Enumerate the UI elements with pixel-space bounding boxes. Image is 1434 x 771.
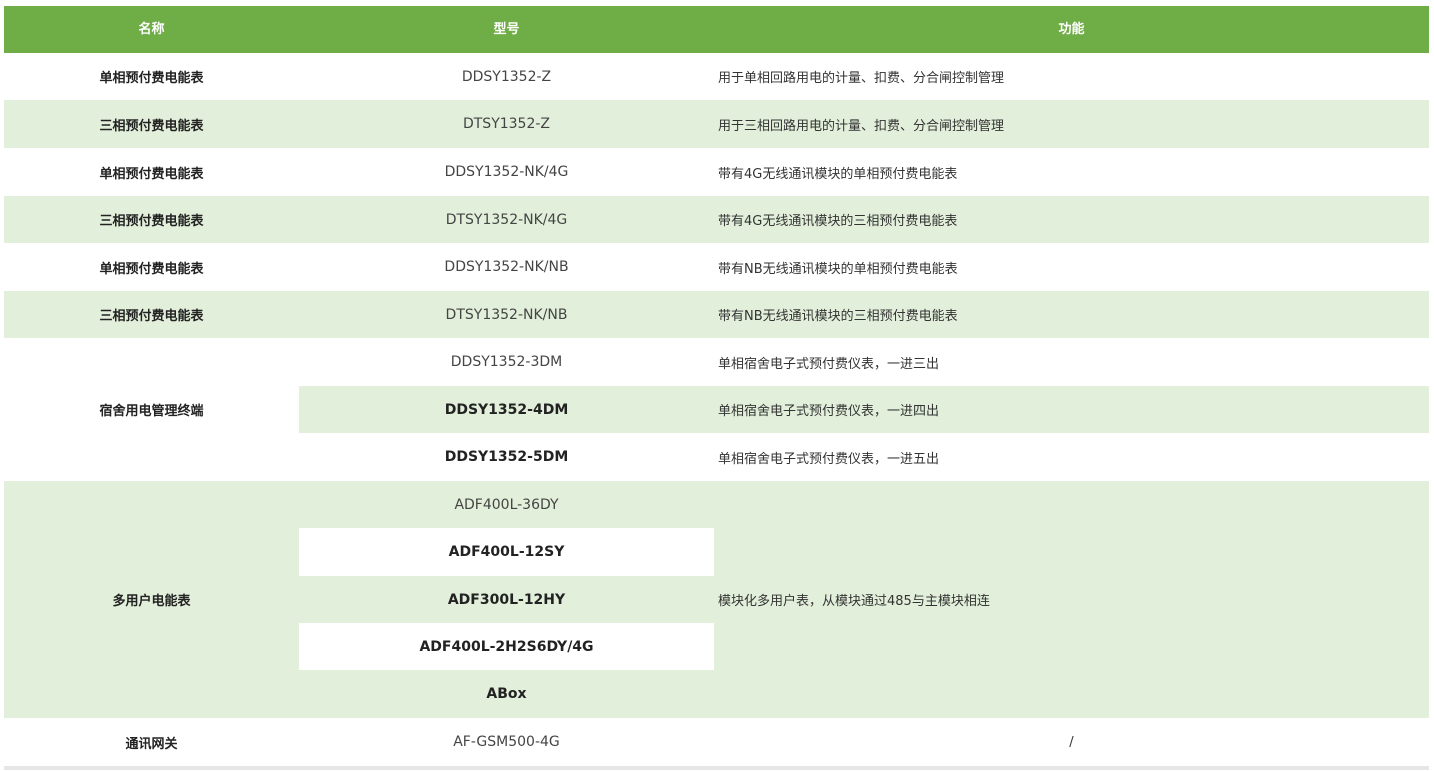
row-function: 带有4G无线通讯模块的三相预付费电能表 <box>718 214 958 229</box>
row-function: 带有4G无线通讯模块的单相预付费电能表 <box>718 166 958 182</box>
multi-model: ADF300L-12HY <box>447 591 566 608</box>
gateway-name: 通讯网关 <box>125 736 178 752</box>
row-model: DTSY1352-NK/4G <box>445 211 568 228</box>
multi-model: ABox <box>486 686 527 702</box>
table-bottom-border <box>4 766 1429 770</box>
gateway-function: / <box>1069 734 1074 750</box>
table-row: 单相预付费电能表 DDSY1352-NK/NB 带有NB无线通讯模块的单相预付费… <box>4 243 1429 291</box>
dorm-model: DDSY1352-4DM <box>444 401 569 418</box>
table-row: 三相预付费电能表 DTSY1352-NK/4G 带有4G无线通讯模块的三相预付费… <box>4 196 1429 243</box>
multi-model: ADF400L-12SY <box>448 544 565 560</box>
row-function: 带有NB无线通讯模块的三相预付费电能表 <box>718 309 958 324</box>
table-row: 通讯网关 AF-GSM500-4G / <box>4 718 1429 766</box>
dorm-function: 单相宿舍电子式预付费仪表，一进五出 <box>718 451 940 467</box>
dorm-name: 宿舍用电管理终端 <box>99 404 204 419</box>
row-model: DDSY1352-NK/NB <box>444 259 569 275</box>
dorm-model: DDSY1352-3DM <box>450 354 563 370</box>
table-row: 三相预付费电能表 DTSY1352-NK/NB 带有NB无线通讯模块的三相预付费… <box>4 291 1429 338</box>
header-name: 名称 <box>138 22 165 37</box>
table-row: 单相预付费电能表 DDSY1352-Z 用于单相回路用电的计量、扣费、分合闸控制… <box>4 53 1429 100</box>
row-model: DDSY1352-Z <box>461 68 552 85</box>
row-function: 用于三相回路用电的计量、扣费、分合闸控制管理 <box>718 118 1005 134</box>
row-name: 单相预付费电能表 <box>99 261 204 277</box>
multi-group: 多用户电能表 ADF400L-36DY ADF400L-12SY ADF300L… <box>4 481 1429 718</box>
table-row: 三相预付费电能表 DTSY1352-Z 用于三相回路用电的计量、扣费、分合闸控制… <box>4 100 1429 148</box>
row-function: 用于单相回路用电的计量、扣费、分合闸控制管理 <box>718 71 1005 86</box>
row-name: 三相预付费电能表 <box>99 118 204 134</box>
row-model: DDSY1352-NK/4G <box>444 164 569 180</box>
row-name: 三相预付费电能表 <box>99 309 204 324</box>
row-name: 单相预付费电能表 <box>99 71 204 86</box>
dorm-group: 宿舍用电管理终端 DDSY1352-3DM 单相宿舍电子式预付费仪表，一进三出 … <box>4 338 1429 481</box>
multi-model: ADF400L-36DY <box>454 496 559 513</box>
table-row: 单相预付费电能表 DDSY1352-NK/4G 带有4G无线通讯模块的单相预付费… <box>4 148 1429 196</box>
multi-function: 模块化多用户表，从模块通过485与主模块相连 <box>718 594 990 609</box>
dorm-function: 单相宿舍电子式预付费仪表，一进三出 <box>718 356 940 372</box>
multi-model: ADF400L-2H2S6DY/4G <box>419 638 594 655</box>
table-header: 名称 型号 功能 <box>4 6 1429 53</box>
header-function: 功能 <box>1058 22 1085 37</box>
row-model: DTSY1352-NK/NB <box>445 306 568 323</box>
row-model: DTSY1352-Z <box>462 116 551 132</box>
header-model: 型号 <box>493 22 520 37</box>
dorm-function: 单相宿舍电子式预付费仪表，一进四出 <box>718 404 940 419</box>
row-name: 三相预付费电能表 <box>99 214 204 229</box>
dorm-model: DDSY1352-5DM <box>444 449 569 465</box>
row-name: 单相预付费电能表 <box>99 166 204 182</box>
row-function: 带有NB无线通讯模块的单相预付费电能表 <box>718 261 958 277</box>
gateway-model: AF-GSM500-4G <box>453 734 560 750</box>
multi-name: 多用户电能表 <box>112 594 191 609</box>
